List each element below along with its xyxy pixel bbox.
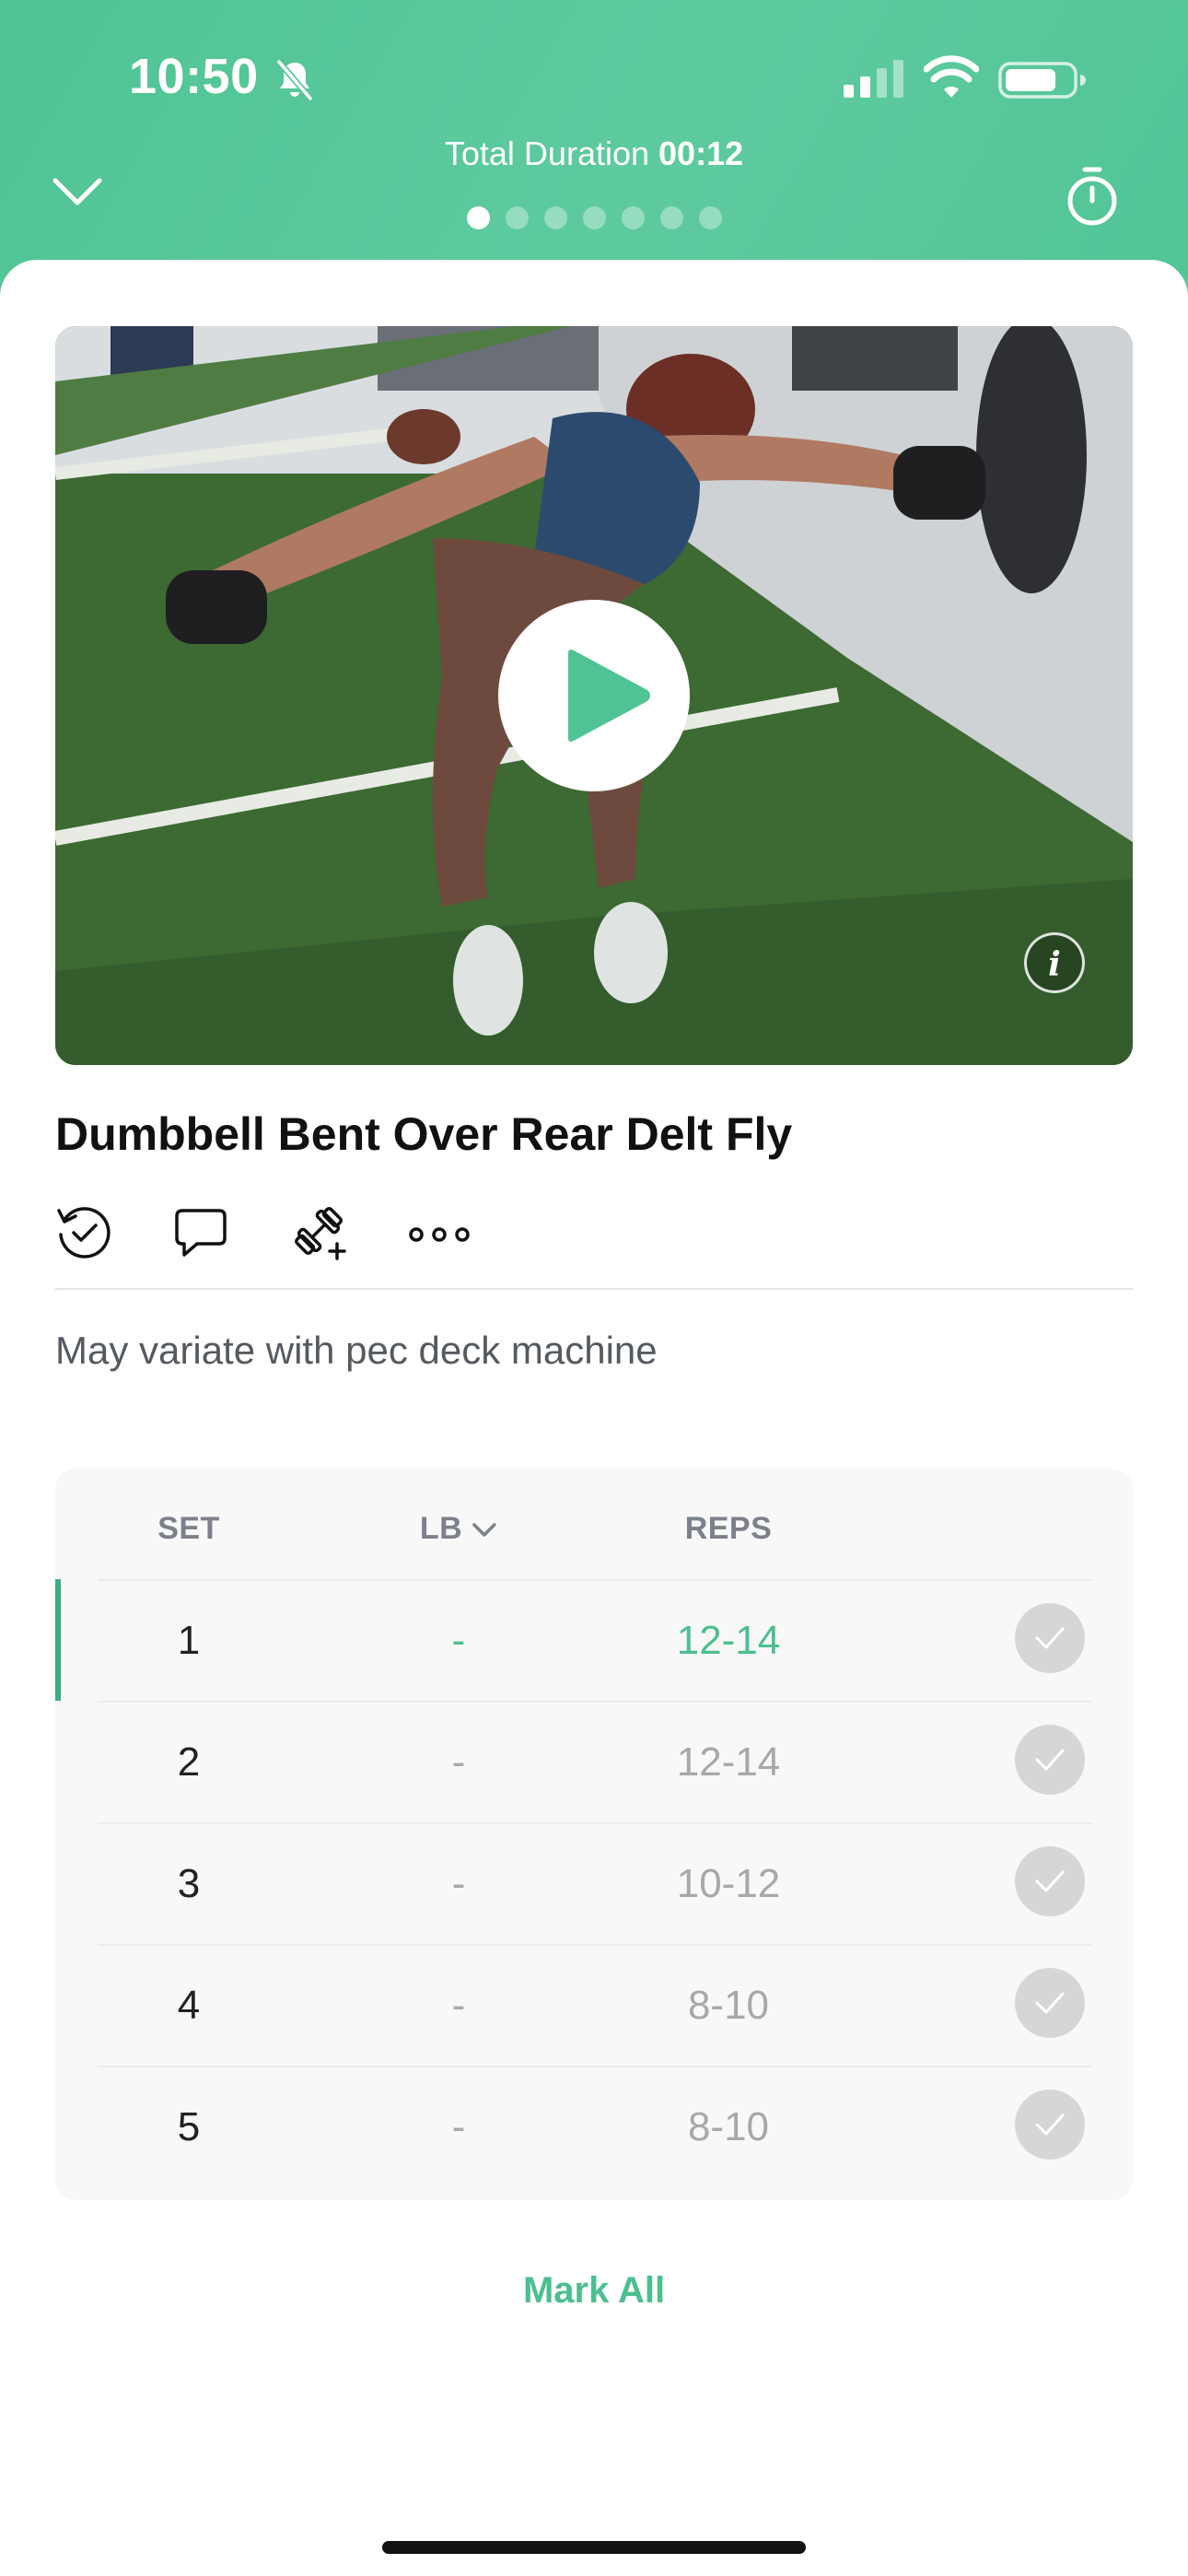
bell-slash-icon	[275, 58, 314, 102]
info-icon[interactable]: i	[1024, 932, 1085, 993]
page-dot[interactable]	[466, 206, 490, 229]
weight-value[interactable]: -	[452, 1861, 466, 1907]
checkmark-icon	[1035, 2113, 1065, 2136]
set-column-header: SET	[157, 1511, 220, 1546]
play-button[interactable]	[498, 600, 690, 791]
play-icon	[568, 650, 650, 742]
mark-all-button[interactable]: Mark All	[0, 2270, 1188, 2312]
set-number: 5	[177, 2104, 201, 2149]
duration-label: Total Duration	[444, 135, 650, 172]
table-header: SET LB REPS	[55, 1469, 1133, 1579]
wifi-icon	[924, 55, 979, 98]
page-dot[interactable]	[543, 206, 567, 229]
complete-set-button[interactable]	[1015, 2090, 1085, 2160]
table-row[interactable]: 3 - 10-12	[55, 1822, 1133, 1944]
checkmark-icon	[1035, 1627, 1065, 1649]
weight-value[interactable]: -	[452, 1618, 466, 1664]
complete-set-button[interactable]	[1015, 1603, 1085, 1673]
table-row[interactable]: 5 - 8-10	[55, 2066, 1133, 2187]
set-number: 4	[177, 1983, 201, 2028]
weight-unit-selector[interactable]: LB	[420, 1511, 497, 1547]
dumbbell-add-icon[interactable]	[291, 1203, 350, 1262]
reps-value[interactable]: 8-10	[688, 2104, 769, 2150]
home-indicator[interactable]	[382, 2541, 806, 2554]
set-number: 2	[177, 1739, 201, 1785]
complete-set-button[interactable]	[1015, 1725, 1085, 1795]
weight-value[interactable]: -	[452, 2104, 466, 2150]
page-dot[interactable]	[621, 206, 645, 229]
table-row[interactable]: 4 - 8-10	[55, 1944, 1133, 2066]
chevron-down-icon	[472, 1523, 496, 1537]
exercise-note: May variate with pec deck machine	[55, 1329, 658, 1372]
reps-value[interactable]: 12-14	[677, 1739, 781, 1786]
history-icon[interactable]	[55, 1203, 114, 1262]
current-set-indicator	[55, 1579, 61, 1701]
checkmark-icon	[1035, 1749, 1065, 1771]
reps-value[interactable]: 12-14	[677, 1618, 781, 1664]
page-dot[interactable]	[659, 206, 683, 229]
page-indicator[interactable]	[0, 206, 1188, 229]
weight-column-header: LB	[419, 1511, 463, 1546]
duration-value: 00:12	[658, 135, 744, 172]
row-divider	[98, 1822, 1092, 1824]
row-divider	[98, 2066, 1092, 2067]
page-dot[interactable]	[698, 206, 722, 229]
row-divider	[98, 1579, 1092, 1581]
set-number: 1	[177, 1618, 201, 1663]
row-divider	[98, 1701, 1092, 1703]
reps-value[interactable]: 10-12	[677, 1861, 781, 1907]
sets-table: SET LB REPS 1 - 12-14 2 - 12-14 3 - 10-1…	[55, 1469, 1133, 2200]
weight-value[interactable]: -	[452, 1983, 466, 2029]
checkmark-icon	[1035, 1870, 1065, 1892]
page-dot[interactable]	[505, 206, 529, 229]
more-icon[interactable]	[407, 1203, 472, 1262]
reps-column-header: REPS	[684, 1511, 773, 1546]
set-number: 3	[177, 1861, 201, 1906]
stopwatch-icon[interactable]	[1065, 166, 1120, 227]
exercise-sheet: i Dumbbell Bent Over Rear Delt Fly May v…	[0, 260, 1188, 2576]
reps-value[interactable]: 8-10	[688, 1983, 769, 2029]
complete-set-button[interactable]	[1015, 1968, 1085, 2038]
total-duration: Total Duration 00:12	[0, 135, 1188, 173]
battery-icon	[998, 62, 1086, 99]
comment-icon[interactable]	[171, 1203, 230, 1262]
divider	[55, 1288, 1133, 1290]
row-divider	[98, 1944, 1092, 1946]
table-row[interactable]: 2 - 12-14	[55, 1701, 1133, 1822]
weight-value[interactable]: -	[452, 1739, 466, 1786]
table-row[interactable]: 1 - 12-14	[55, 1579, 1133, 1701]
checkmark-icon	[1035, 1992, 1065, 2014]
status-time: 10:50	[129, 49, 259, 104]
complete-set-button[interactable]	[1015, 1846, 1085, 1916]
exercise-title: Dumbbell Bent Over Rear Delt Fly	[55, 1108, 793, 1160]
chevron-down-icon[interactable]	[52, 173, 103, 210]
page-dot[interactable]	[582, 206, 606, 229]
workout-header: 10:50 Total Duration 00:12	[0, 0, 1188, 276]
cellular-signal-icon	[844, 60, 903, 98]
exercise-video[interactable]: i	[55, 326, 1133, 1065]
